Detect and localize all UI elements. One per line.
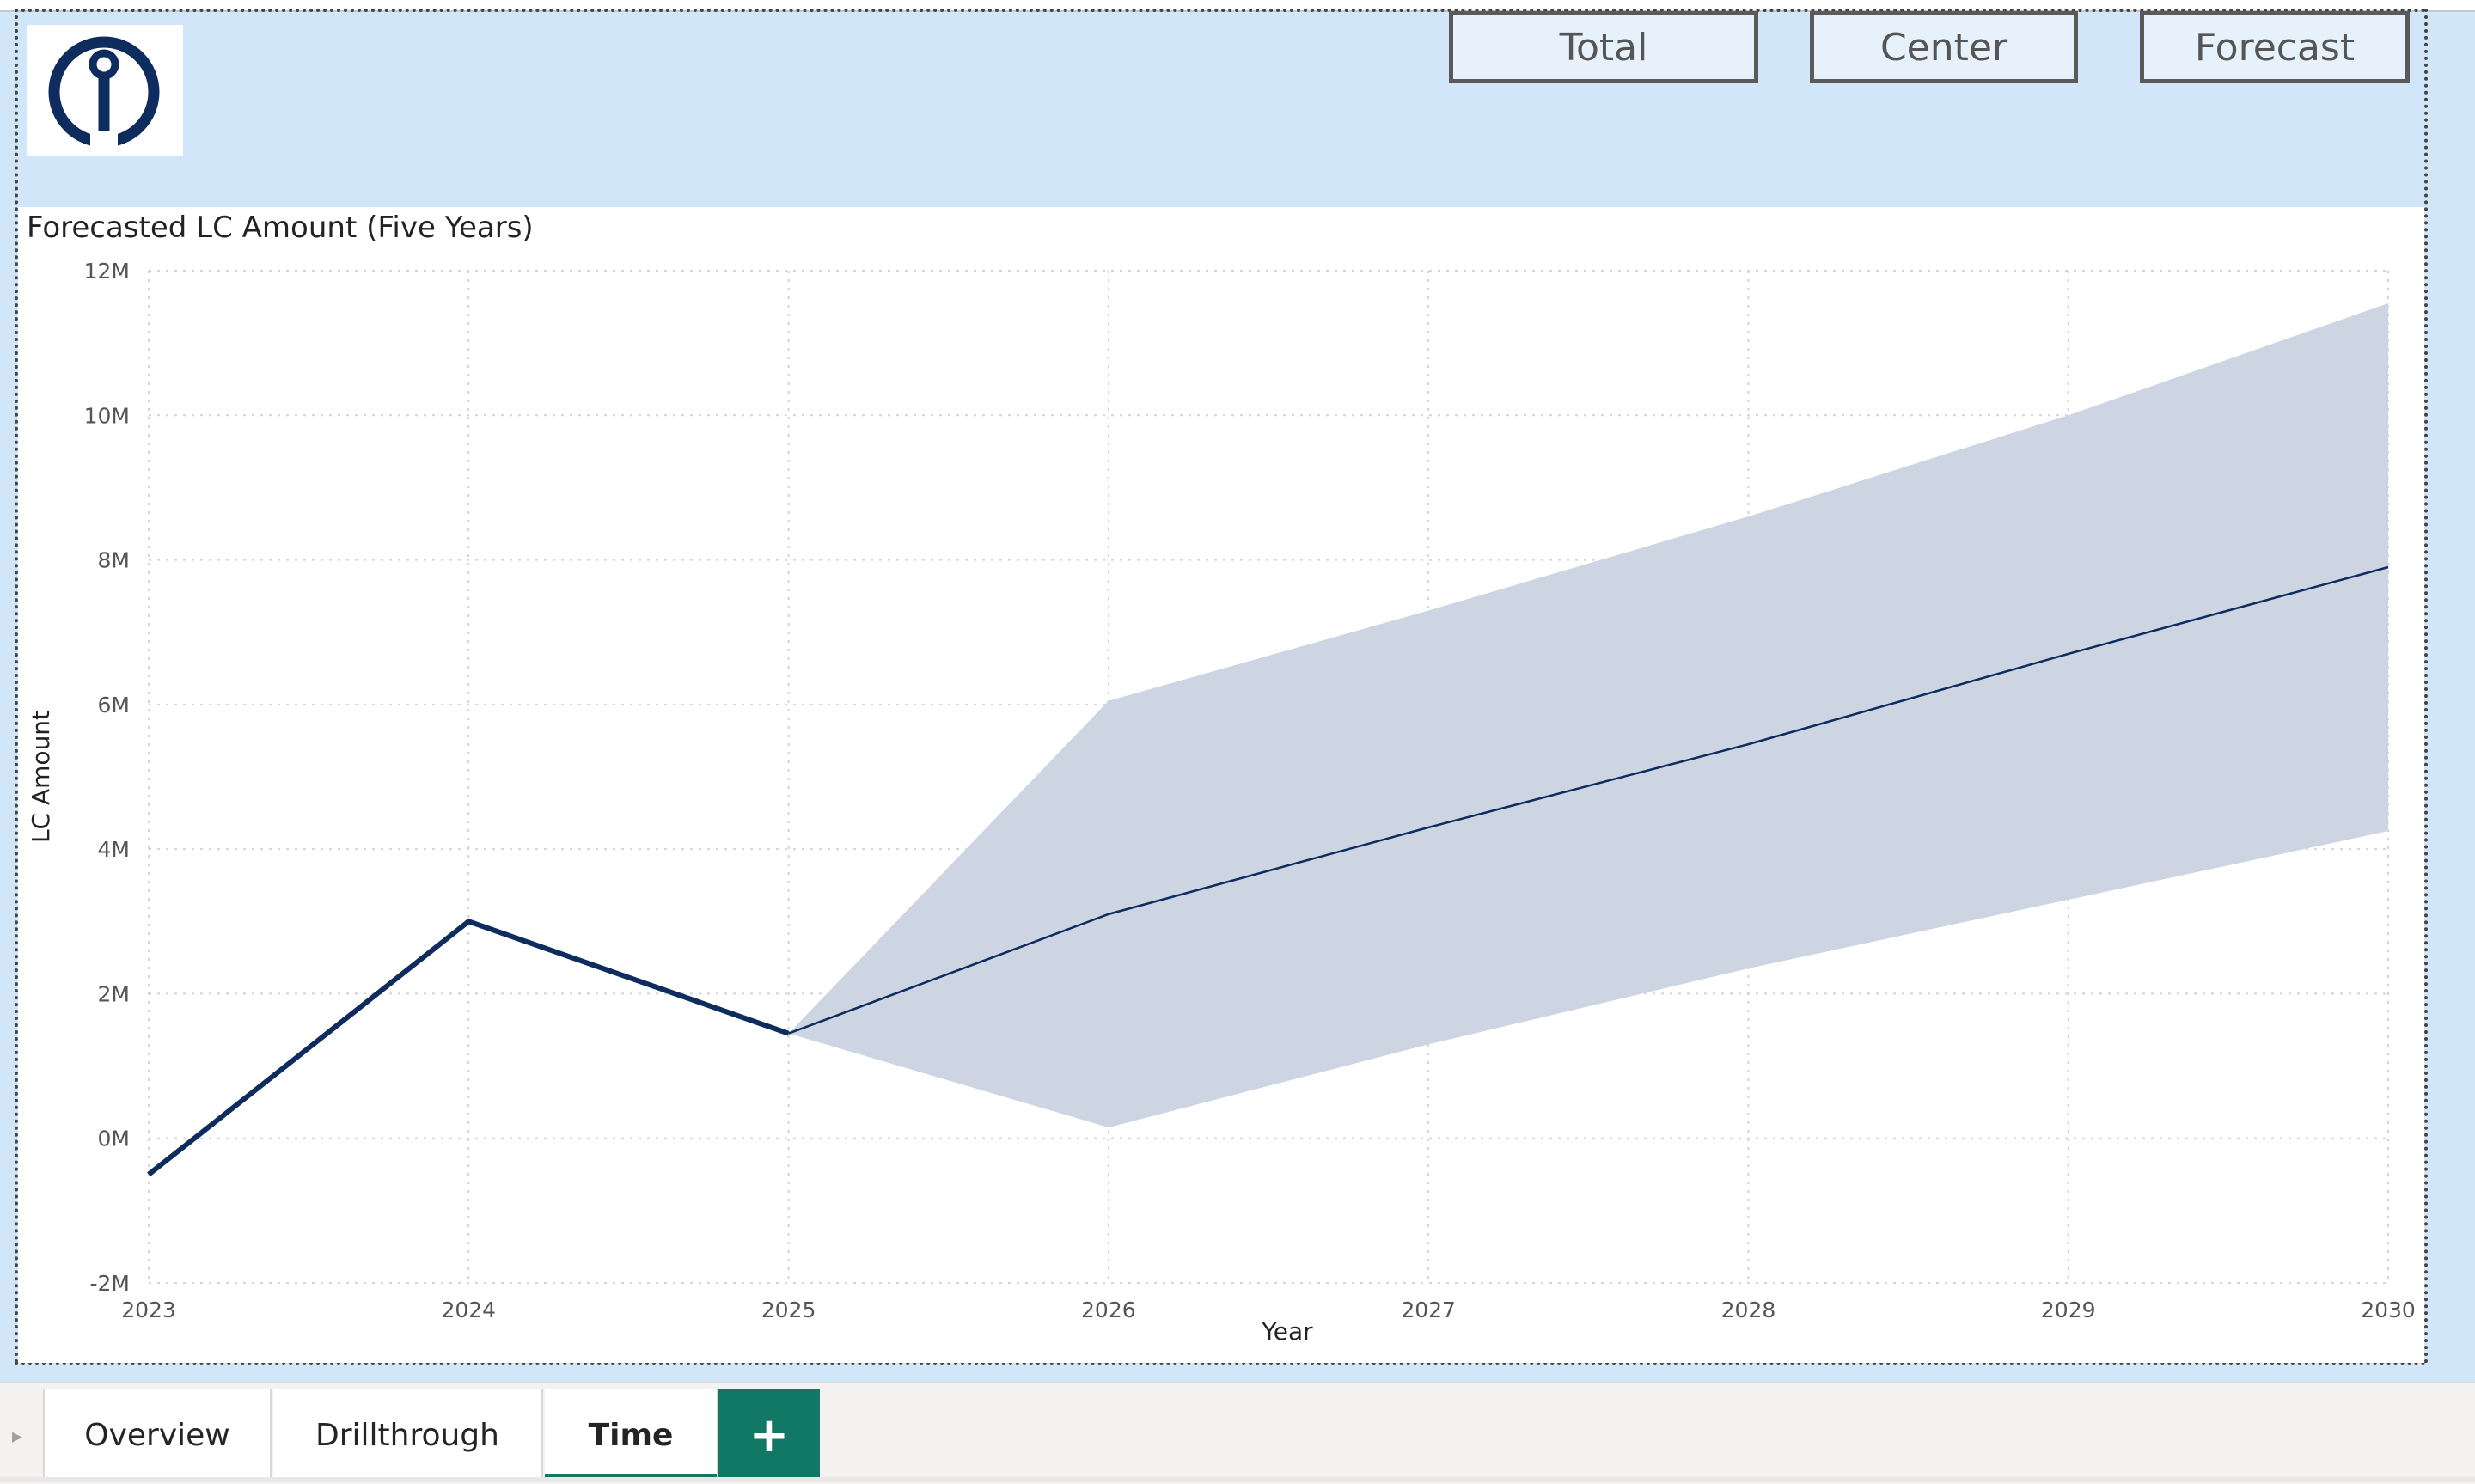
x-axis-title: Year — [1261, 1317, 1313, 1346]
x-tick-label: 2024 — [441, 1298, 496, 1322]
confidence-band — [788, 302, 2388, 1128]
y-axis-title: LC Amount — [27, 711, 55, 843]
forecast-line-chart: -2M 0M 2M 4M 6M 8M 10M 12M 2023 2024 2025 2026 2027 2… — [27, 259, 2416, 1346]
anchor-icon — [48, 36, 160, 150]
x-tick-label: 2029 — [2041, 1298, 2096, 1322]
y-tick-label: 0M — [98, 1127, 130, 1151]
x-tick-label: 2025 — [761, 1298, 816, 1322]
x-tick-label: 2023 — [121, 1298, 176, 1322]
x-tick-label: 2028 — [1721, 1298, 1776, 1322]
total-button[interactable]: Total — [1449, 11, 1758, 83]
x-tick-label: 2030 — [2361, 1298, 2416, 1322]
report-canvas: Total Center Forecast -2M 0M 2M 4M 6M 8M 10M 12… — [0, 0, 2475, 1382]
x-tick-label: 2027 — [1401, 1298, 1456, 1322]
y-tick-label: -2M — [90, 1271, 131, 1296]
tab-label: Overview — [84, 1417, 230, 1453]
tab-time[interactable]: Time — [545, 1389, 718, 1481]
page-tab-bar: ▸ Overview Drillthrough Time + — [0, 1382, 2475, 1484]
caret-right-icon[interactable]: ▸ — [0, 1390, 34, 1481]
tab-overview[interactable]: Overview — [43, 1389, 272, 1481]
y-tick-label: 8M — [98, 548, 130, 573]
y-tick-label: 2M — [98, 981, 130, 1006]
line-chart-visual[interactable]: -2M 0M 2M 4M 6M 8M 10M 12M 2023 2024 2025 2026 2027 2… — [18, 207, 2424, 1363]
x-tick-label: 2026 — [1081, 1298, 1136, 1322]
y-tick-label: 4M — [98, 837, 130, 862]
y-tick-label: 6M — [98, 693, 130, 718]
company-logo — [27, 25, 183, 156]
center-button[interactable]: Center — [1810, 11, 2078, 83]
tab-drillthrough[interactable]: Drillthrough — [273, 1389, 543, 1481]
plus-icon: + — [749, 1407, 790, 1463]
forecast-button[interactable]: Forecast — [2140, 11, 2410, 83]
tab-label: Drillthrough — [315, 1417, 499, 1453]
visual-title: Forecasted LC Amount (Five Years) — [27, 211, 534, 245]
add-page-button[interactable]: + — [718, 1389, 820, 1481]
y-tick-label: 12M — [84, 259, 130, 284]
status-edge — [0, 1477, 2475, 1482]
y-tick-label: 10M — [84, 403, 130, 428]
tab-label: Time — [588, 1417, 674, 1453]
